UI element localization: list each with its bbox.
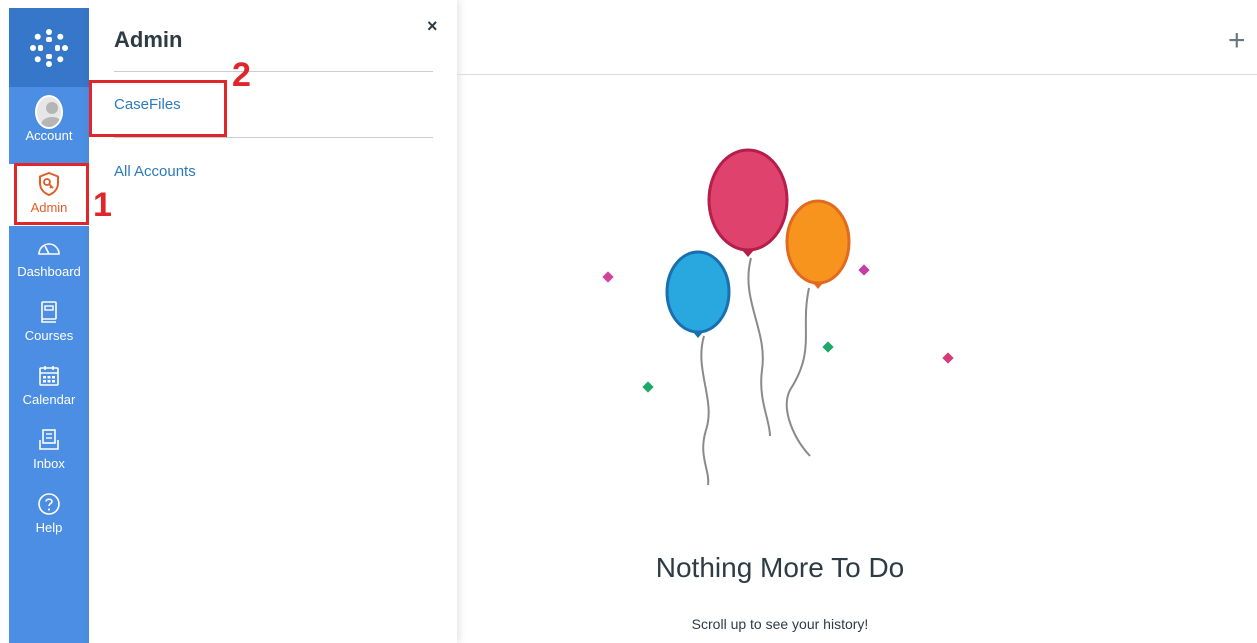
tray-divider: [114, 137, 433, 138]
annotation-box-casefiles: [89, 80, 227, 137]
avatar: [35, 95, 63, 129]
global-nav: Account Admin Dashboard Courses Calendar…: [9, 8, 89, 643]
help-icon: [35, 490, 63, 518]
book-icon: [35, 298, 63, 326]
tray-link-all-accounts[interactable]: All Accounts: [114, 163, 196, 180]
add-icon[interactable]: +: [1228, 26, 1246, 56]
tray-title: Admin: [114, 27, 183, 52]
nav-item-help[interactable]: Help: [9, 484, 89, 546]
empty-state-title: Nothing More To Do: [655, 552, 905, 583]
nav-label-help: Help: [35, 520, 63, 535]
header-divider: [457, 74, 1257, 75]
nav-item-account[interactable]: Account: [9, 90, 89, 152]
nav-item-courses[interactable]: Courses: [9, 292, 89, 354]
nav-item-dashboard[interactable]: Dashboard: [9, 228, 89, 290]
nav-label-dashboard: Dashboard: [17, 264, 81, 279]
tray-divider: [114, 71, 433, 72]
calendar-icon: [35, 362, 63, 390]
close-icon[interactable]: ×: [427, 16, 438, 37]
empty-state-subtitle: Scroll up to see your history!: [691, 616, 869, 632]
balloons-illustration: [602, 148, 954, 486]
canvas-logo[interactable]: [9, 8, 89, 87]
nav-label-inbox: Inbox: [33, 456, 65, 471]
canvas-logo-icon: [30, 28, 68, 67]
nav-item-calendar[interactable]: Calendar: [9, 356, 89, 418]
annotation-number-1: 1: [93, 186, 112, 224]
nav-item-inbox[interactable]: Inbox: [9, 420, 89, 482]
nav-label-calendar: Calendar: [22, 392, 76, 407]
nav-label-account: Account: [25, 128, 73, 143]
dashboard-gauge-icon: [35, 234, 63, 262]
nav-label-courses: Courses: [24, 328, 74, 343]
annotation-number-2: 2: [232, 56, 251, 94]
user-icon: [41, 102, 61, 127]
annotation-box-admin: [14, 163, 89, 225]
inbox-icon: [35, 426, 63, 454]
